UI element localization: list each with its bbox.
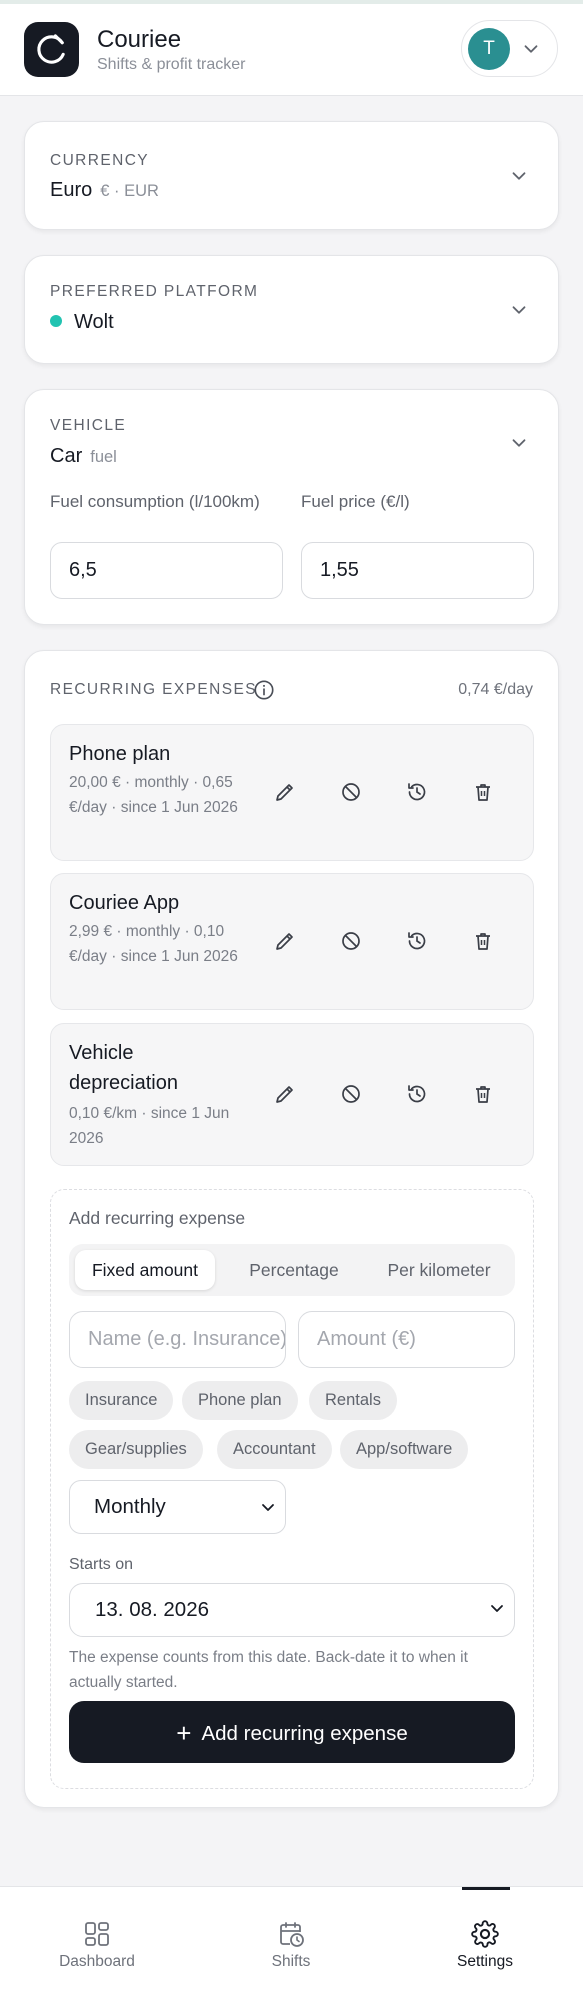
expense-name: Couriee App (69, 892, 180, 914)
start-date-value: 13. 08. 2026 (95, 1598, 209, 1621)
fuel-price-input[interactable]: 1,55 (301, 542, 534, 599)
currency-value: Euro € · EUR (50, 179, 159, 202)
expense-amount-input[interactable]: Amount (€) (298, 1311, 515, 1368)
start-date-hint: The expense counts from this date. Back-… (69, 1649, 468, 1691)
expense-type-segmented-control: Fixed amount Percentage Per kilometer (69, 1244, 515, 1296)
suggestion-chip[interactable]: Accountant (217, 1430, 332, 1469)
chevron-down-icon (524, 45, 538, 53)
vehicle-selector[interactable]: VEHICLE Car fuel (25, 390, 558, 490)
frequency-select[interactable]: Monthly (69, 1480, 286, 1534)
recurring-expenses-label: RECURRING EXPENSES (50, 681, 257, 698)
app-logo (24, 22, 79, 77)
suggestion-chip[interactable]: Insurance (69, 1381, 174, 1420)
history-icon[interactable] (405, 1082, 429, 1106)
add-expense-form: Add recurring expense Fixed amount Perce… (50, 1189, 534, 1789)
mode-fixed-amount[interactable]: Fixed amount (75, 1250, 215, 1290)
add-recurring-expense-button[interactable]: + Add recurring expense (69, 1701, 515, 1763)
currency-card[interactable]: CURRENCY Euro € · EUR (24, 121, 559, 230)
trash-icon[interactable] (471, 780, 495, 804)
expense-meta: 0,10 €/km · since 1 Jun 2026 (69, 1105, 230, 1147)
vehicle-value: Car fuel (50, 445, 117, 468)
nav-shifts[interactable]: Shifts (194, 1887, 388, 2000)
frequency-value: Monthly (94, 1495, 166, 1518)
fuel-consumption-input[interactable]: 6,5 (50, 542, 283, 599)
expense-meta: 20,00 € · monthly · 0,65 €/day · since 1… (69, 774, 238, 816)
mode-percentage[interactable]: Percentage (224, 1250, 364, 1290)
chevron-down-icon (491, 1605, 503, 1612)
fuel-price-label: Fuel price (€/l) (301, 492, 410, 511)
bottom-nav: Dashboard Shifts Settings (0, 1886, 583, 2000)
avatar: T (468, 28, 510, 70)
app-header: Couriee Shifts & profit tracker T (0, 4, 583, 96)
history-icon[interactable] (405, 929, 429, 953)
currency-detail: € · EUR (100, 182, 159, 200)
mode-per-kilometer[interactable]: Per kilometer (369, 1250, 509, 1290)
trash-icon[interactable] (471, 1082, 495, 1106)
calendar-clock-icon (280, 1922, 304, 1947)
dashboard-icon (85, 1922, 109, 1946)
pause-icon[interactable] (339, 780, 363, 804)
vehicle-card: VEHICLE Car fuel Fuel consumption (l/100k… (24, 389, 559, 625)
expense-meta: 2,99 € · monthly · 0,10 €/day · since 1 … (69, 923, 238, 965)
app-title: Couriee (97, 26, 182, 53)
edit-icon[interactable] (273, 780, 297, 804)
edit-icon[interactable] (273, 1082, 297, 1106)
list-item: Phone plan 20,00 € · monthly · 0,65 €/da… (50, 724, 534, 861)
app-subtitle: Shifts & profit tracker (97, 56, 246, 73)
pause-icon[interactable] (339, 1082, 363, 1106)
history-icon[interactable] (405, 780, 429, 804)
nav-label: Shifts (271, 1953, 311, 1970)
platform-label: PREFERRED PLATFORM (50, 283, 259, 300)
expense-name: Phone plan (69, 743, 171, 765)
nav-dashboard[interactable]: Dashboard (0, 1887, 194, 2000)
suggestion-chip[interactable]: Gear/supplies (69, 1430, 203, 1469)
list-item: Vehicle depreciation 0,10 €/km · since 1… (50, 1023, 534, 1166)
chevron-down-icon (262, 1504, 274, 1511)
fuel-consumption-label: Fuel consumption (l/100km) (50, 492, 260, 511)
expense-name-input[interactable]: Name (e.g. Insurance) (69, 1311, 286, 1368)
add-button-label: Add recurring expense (201, 1722, 408, 1745)
start-date-input[interactable]: 13. 08. 2026 (69, 1583, 515, 1637)
gear-icon (471, 1920, 499, 1948)
pause-icon[interactable] (339, 929, 363, 953)
vehicle-detail: fuel (90, 448, 117, 466)
user-menu-button[interactable]: T (461, 20, 558, 77)
nav-settings[interactable]: Settings (388, 1887, 582, 2000)
suggestion-chip[interactable]: App/software (340, 1430, 469, 1469)
platform-value: Wolt (50, 311, 114, 334)
chevron-down-icon (512, 439, 526, 447)
currency-label: CURRENCY (50, 152, 150, 169)
expense-name: Vehicle depreciation (69, 1042, 178, 1094)
chevron-down-icon (512, 306, 526, 314)
nav-label: Dashboard (59, 1953, 135, 1970)
platform-dot (50, 315, 62, 327)
platform-name: Wolt (74, 311, 114, 333)
platform-card[interactable]: PREFERRED PLATFORM Wolt (24, 255, 559, 364)
suggestion-chip[interactable]: Phone plan (182, 1381, 298, 1420)
vehicle-label: VEHICLE (50, 417, 127, 434)
list-item: Couriee App 2,99 € · monthly · 0,10 €/da… (50, 873, 534, 1010)
nav-label: Settings (456, 1953, 513, 1970)
trash-icon[interactable] (471, 929, 495, 953)
starts-on-label: Starts on (69, 1556, 134, 1573)
daily-total: 0,74 €/day (458, 681, 533, 698)
recurring-expenses-card: RECURRING EXPENSES 0,74 €/day Phone plan… (24, 650, 559, 1808)
currency-name: Euro (50, 179, 93, 201)
chevron-down-icon (512, 172, 526, 180)
refresh-logo-icon (37, 34, 65, 64)
edit-icon[interactable] (273, 929, 297, 953)
add-expense-title: Add recurring expense (69, 1208, 246, 1228)
vehicle-name: Car (50, 445, 83, 467)
suggestion-chip[interactable]: Rentals (309, 1381, 397, 1420)
info-icon[interactable] (253, 679, 275, 701)
plus-icon: + (176, 1718, 192, 1748)
